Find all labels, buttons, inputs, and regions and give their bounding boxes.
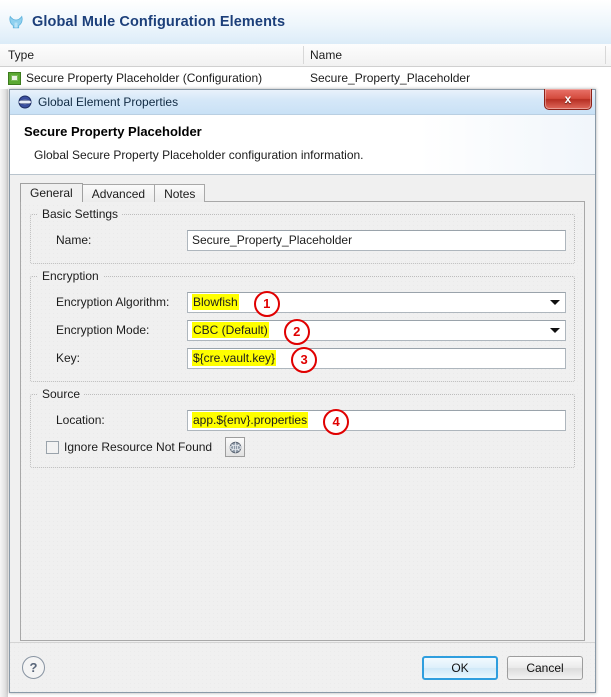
- close-icon[interactable]: x: [544, 89, 592, 110]
- encryption-algorithm-combo[interactable]: Blowfish: [187, 291, 566, 313]
- globe-browse-icon[interactable]: [225, 437, 246, 457]
- location-value: app.${env}.properties: [192, 411, 309, 428]
- ignore-resource-not-found-checkbox[interactable]: [46, 440, 59, 454]
- help-icon[interactable]: ?: [22, 656, 45, 679]
- column-header-type[interactable]: Type: [0, 44, 302, 66]
- dialog-header-subtitle: Global Secure Property Placeholder confi…: [34, 148, 364, 162]
- group-title-source: Source: [38, 387, 85, 401]
- encryption-mode-value: CBC (Default): [192, 321, 269, 338]
- cell-name: Secure_Property_Placeholder: [310, 71, 471, 85]
- dialog-header-banner: Secure Property Placeholder Global Secur…: [10, 115, 595, 175]
- dialog-header-title: Secure Property Placeholder: [24, 124, 202, 139]
- ignore-resource-row: Ignore Resource Not Found: [39, 435, 566, 459]
- tab-bar: General Advanced Notes: [20, 183, 585, 202]
- tab-notes[interactable]: Notes: [154, 184, 206, 202]
- annotation-badge-4: 4: [323, 408, 350, 435]
- encryption-mode-combo[interactable]: CBC (Default): [187, 319, 566, 341]
- tab-advanced[interactable]: Advanced: [81, 184, 156, 202]
- label-key: Key:: [56, 351, 81, 365]
- page-title: Global Mule Configuration Elements: [32, 14, 286, 30]
- annotation-badge-3: 3: [291, 346, 318, 373]
- location-input[interactable]: app.${env}.properties: [187, 409, 566, 431]
- configuration-element-icon: [8, 71, 21, 85]
- field-row-location: Location: app.${env}.properties: [39, 407, 566, 433]
- ok-button[interactable]: OK: [422, 655, 498, 680]
- dialog-title: Global Element Properties: [38, 95, 179, 109]
- ignore-resource-not-found-label: Ignore Resource Not Found: [64, 440, 213, 454]
- dialog-content: General Advanced Notes Basic Settings Na…: [10, 175, 595, 643]
- window-header: Global Mule Configuration Elements: [0, 0, 611, 45]
- cell-type-text: Secure Property Placeholder (Configurati…: [26, 71, 263, 85]
- annotation-badge-1: 1: [253, 290, 280, 317]
- global-element-icon: [18, 95, 32, 109]
- label-encryption-algorithm: Encryption Algorithm:: [56, 295, 170, 309]
- label-name: Name:: [56, 233, 92, 247]
- column-header-name[interactable]: Name: [302, 44, 603, 66]
- configuration-elements-table: Type Name Secure Property Placeholder (C…: [0, 44, 611, 90]
- cancel-button[interactable]: Cancel: [507, 655, 583, 680]
- key-value: ${cre.vault.key}: [192, 349, 277, 366]
- name-input[interactable]: Secure_Property_Placeholder: [187, 229, 566, 251]
- tab-general[interactable]: General: [20, 183, 83, 202]
- cell-extra: [603, 67, 611, 89]
- tab-bar-filler: [204, 184, 585, 202]
- table-row[interactable]: Secure Property Placeholder (Configurati…: [0, 67, 611, 90]
- group-basic-settings: Basic Settings Name: Secure_Property_Pla…: [30, 207, 575, 264]
- label-encryption-mode: Encryption Mode:: [56, 323, 150, 337]
- key-input[interactable]: ${cre.vault.key}: [187, 347, 566, 369]
- mule-icon: [7, 13, 25, 31]
- cell-type: Secure Property Placeholder (Configurati…: [0, 67, 302, 89]
- dialog-titlebar[interactable]: Global Element Properties x: [10, 89, 595, 115]
- group-title-encryption: Encryption: [38, 269, 103, 283]
- group-source: Source Location: app.${env}.properties I…: [30, 387, 575, 468]
- field-row-name: Name: Secure_Property_Placeholder: [39, 227, 566, 253]
- dialog-footer: ? OK Cancel: [10, 642, 595, 692]
- general-tab-panel: Basic Settings Name: Secure_Property_Pla…: [20, 201, 585, 641]
- group-title-basic-settings: Basic Settings: [38, 207, 123, 221]
- global-element-properties-dialog: Global Element Properties x Secure Prope…: [9, 89, 596, 693]
- window-left-edge: [0, 89, 8, 697]
- column-divider-2[interactable]: [605, 46, 606, 64]
- column-divider-1[interactable]: [303, 46, 304, 64]
- annotation-badge-2: 2: [283, 318, 310, 345]
- encryption-algorithm-value: Blowfish: [192, 293, 239, 310]
- label-location: Location:: [56, 413, 105, 427]
- field-row-encryption-algorithm: Encryption Algorithm: Blowfish: [39, 289, 566, 315]
- table-header-row: Type Name: [0, 44, 611, 67]
